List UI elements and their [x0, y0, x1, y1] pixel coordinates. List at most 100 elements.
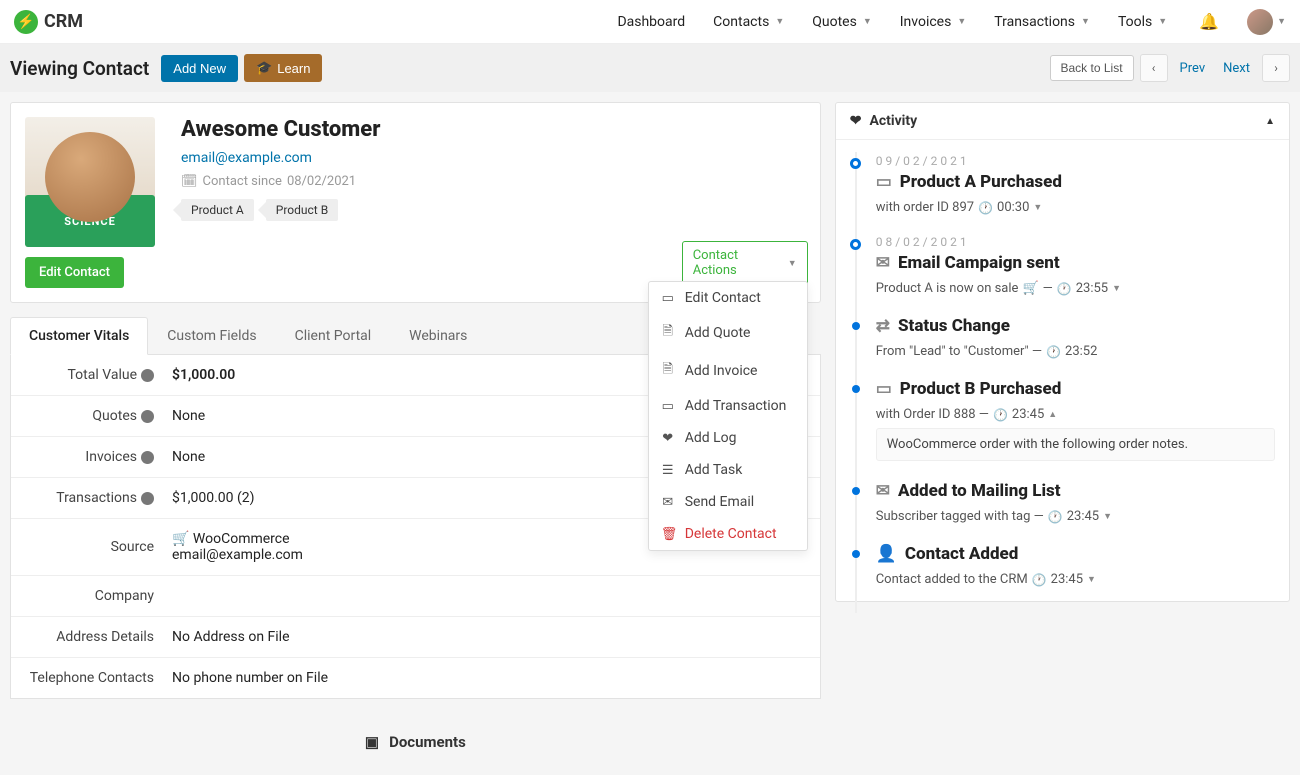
chevron-down-icon[interactable]: ▼ [1087, 574, 1096, 585]
next-icon-button[interactable]: › [1262, 54, 1290, 82]
action-email-label: Send Email [685, 494, 755, 510]
back-to-list-button[interactable]: Back to List [1050, 55, 1134, 81]
action-add-transaction[interactable]: ▭Add Transaction [649, 390, 807, 422]
tab-vitals[interactable]: Customer Vitals [10, 317, 148, 355]
nav-quotes[interactable]: Quotes ▼ [812, 14, 872, 30]
activity-time: 23:52 [1065, 344, 1097, 359]
nav-transactions[interactable]: Transactions▼ [994, 14, 1090, 30]
file-icon: 🗎 [661, 360, 675, 382]
activity-item: ▭Product B Purchased with Order ID 888 —… [836, 379, 1275, 461]
activity-time: 23:45 [1067, 509, 1099, 524]
logo[interactable]: ⚡ CRM [14, 10, 83, 34]
learn-label: Learn [277, 61, 310, 76]
activity-sub: Subscriber tagged with tag — [876, 509, 1044, 524]
contact-actions-menu: ▭Edit Contact 🗎 Add Quote 🗎 Add Invoice ▭A… [648, 281, 808, 551]
notifications-icon[interactable]: 🔔 [1199, 12, 1219, 31]
collapse-icon[interactable]: ▲ [1265, 116, 1275, 127]
envelope-icon: ✉ [876, 481, 890, 501]
learn-button[interactable]: 🎓Learn [244, 54, 322, 82]
vitals-quotes-label: Quotes [92, 408, 137, 424]
file-icon: 🗎 [661, 322, 675, 344]
activity-card: ❤ Activity ▲ 09/02/2021 ▭Product A Purch… [835, 102, 1290, 602]
nav-contacts[interactable]: Contacts▼ [713, 14, 784, 30]
next-link[interactable]: Next [1217, 61, 1256, 76]
heartbeat-icon: ❤ [661, 431, 675, 446]
action-transaction-label: Add Transaction [685, 398, 787, 414]
chevron-down-icon[interactable]: ▼ [1277, 16, 1286, 27]
prev-icon-button[interactable]: ‹ [1140, 54, 1168, 82]
info-icon[interactable] [141, 451, 154, 464]
action-task-label: Add Task [685, 462, 743, 478]
activity-time: 23:45 [1051, 572, 1083, 587]
calendar-icon: 🗓 [181, 174, 198, 189]
tab-webinars[interactable]: Webinars [390, 317, 486, 354]
contact-actions-dropdown: Contact Actions▼ ▭Edit Contact 🗎Add Quot… [682, 241, 808, 285]
nav-contacts-label: Contacts [713, 14, 769, 30]
vitals-invoices-label: Invoices [85, 449, 137, 465]
contact-card: SCIENCE Edit Contact Awesome Customer em… [10, 102, 821, 303]
shuffle-icon: ⇄ [876, 316, 890, 336]
info-icon[interactable] [141, 410, 154, 423]
activity-timeline: 09/02/2021 ▭Product A Purchased with ord… [836, 140, 1289, 601]
edit-contact-button[interactable]: Edit Contact [25, 257, 124, 288]
activity-title: Activity [869, 113, 917, 129]
action-add-task[interactable]: ☰Add Task [649, 454, 807, 486]
chevron-down-icon: ▼ [1158, 16, 1167, 27]
timeline-line [855, 152, 857, 613]
chevron-down-icon[interactable]: ▼ [1112, 283, 1121, 294]
vitals-total-value: $1,000.00 [172, 367, 235, 383]
clock-icon: 🕐 [1032, 573, 1047, 587]
action-add-invoice[interactable]: 🗎 Add Invoice [649, 352, 807, 390]
tag-product-b[interactable]: Product B [266, 199, 338, 221]
documents-title: Documents [389, 733, 466, 751]
nav-tools-label: Tools [1118, 14, 1152, 30]
chevron-down-icon: ▼ [788, 258, 797, 269]
activity-note: WooCommerce order with the following ord… [876, 428, 1275, 461]
page-title: Viewing Contact [10, 57, 149, 80]
activity-sub: Contact added to the CRM [876, 572, 1028, 587]
add-new-button[interactable]: Add New [161, 55, 238, 82]
action-invoice-label: Add Invoice [685, 363, 758, 379]
tab-client-portal[interactable]: Client Portal [276, 317, 391, 354]
tag-product-a[interactable]: Product A [181, 199, 254, 221]
activity-date: 08/02/2021 [876, 235, 1275, 249]
activity-title-text: Status Change [898, 316, 1010, 336]
nav-quotes-label: Quotes [812, 14, 857, 30]
info-icon[interactable] [141, 492, 154, 505]
tab-custom-fields[interactable]: Custom Fields [148, 317, 275, 354]
prev-link[interactable]: Prev [1174, 61, 1212, 76]
chevron-up-icon[interactable]: ▲ [1048, 409, 1057, 420]
contact-avatar: SCIENCE [25, 117, 155, 247]
activity-title-text: Added to Mailing List [898, 481, 1061, 501]
user-avatar[interactable] [1247, 9, 1273, 35]
app-name: CRM [44, 11, 83, 32]
action-add-log[interactable]: ❤ Add Log [649, 422, 807, 454]
nav-invoices[interactable]: Invoices▼ [900, 14, 967, 30]
top-nav: Dashboard Contacts▼ Quotes▼ Invoices▼ Tr… [617, 9, 1286, 35]
contact-since: 🗓 Contact since 08/02/2021 [181, 174, 380, 189]
nav-tools[interactable]: Tools ▼ [1118, 14, 1167, 30]
chevron-down-icon[interactable]: ▼ [1103, 511, 1112, 522]
action-delete-contact[interactable]: 🗑Delete Contact [649, 518, 807, 550]
vitals-transactions-value: $1,000.00 (2) [172, 490, 255, 506]
envelope-icon: ✉ [876, 253, 890, 273]
add-new-label: Add New [173, 61, 226, 76]
chevron-down-icon[interactable]: ▼ [1033, 202, 1042, 213]
activity-sub: with order ID 897 [876, 200, 974, 215]
action-add-quote[interactable]: 🗎 Add Quote [649, 314, 807, 352]
vitals-address-label: Address Details [56, 629, 154, 645]
action-quote-label: Add Quote [685, 325, 751, 341]
contact-actions-button[interactable]: Contact Actions▼ [682, 241, 808, 285]
top-bar: ⚡ CRM Dashboard Contacts▼ Quotes▼ Invoic… [0, 0, 1300, 44]
action-log-label: Add Log [685, 430, 737, 446]
archive-icon: ▣ [365, 733, 379, 751]
chevron-down-icon: ▼ [863, 16, 872, 27]
action-send-email[interactable]: ✉Send Email [649, 486, 807, 518]
activity-item: 08/02/2021 ✉Email Campaign sent Product … [836, 235, 1275, 296]
vitals-quotes-value: None [172, 408, 205, 424]
contact-email[interactable]: email@example.com [181, 150, 312, 166]
activity-date: 09/02/2021 [876, 154, 1275, 168]
nav-dashboard[interactable]: Dashboard [617, 14, 685, 30]
info-icon[interactable] [141, 369, 154, 382]
action-edit-contact[interactable]: ▭Edit Contact [649, 282, 807, 314]
